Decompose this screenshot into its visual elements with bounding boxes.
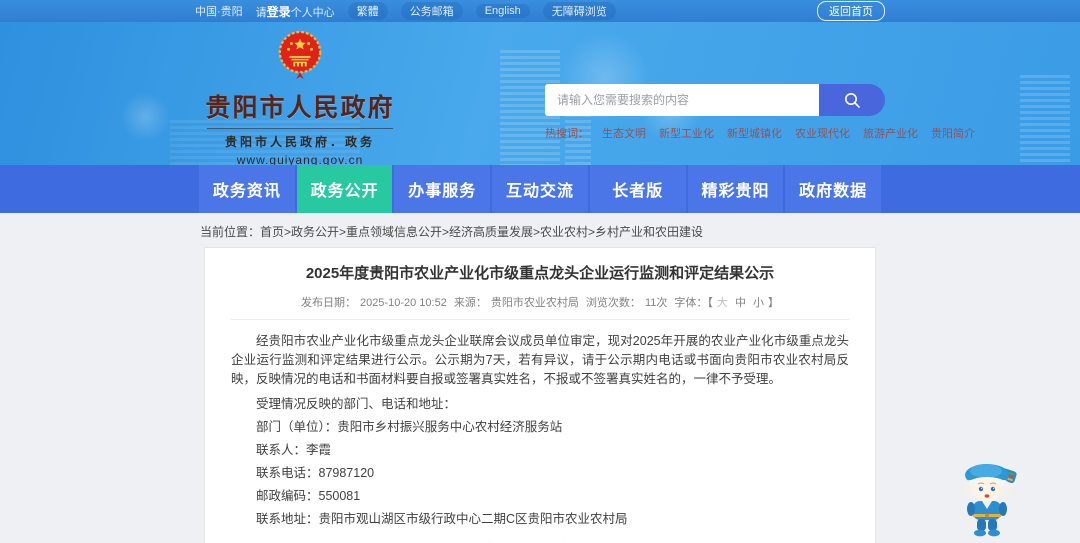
contact-phone-line: 联系电话：87987120: [256, 466, 375, 480]
views-label: 浏览次数：: [585, 297, 641, 309]
contact-person-line: 联系人：李霞: [256, 443, 332, 457]
contact-intro-line: 受理情况反映的部门、电话和地址：: [256, 397, 457, 411]
main-navigation: 政务资讯 政务公开 办事服务 互动交流 长者版 精彩贵阳 政府数据: [0, 165, 1080, 213]
official-mail-link[interactable]: 公务邮箱: [400, 2, 463, 20]
english-version-link[interactable]: English: [475, 4, 530, 18]
search-button[interactable]: [819, 84, 885, 116]
nav-tab-elderly-version[interactable]: 长者版: [589, 165, 686, 213]
article-panel: 2025年度贵阳市农业产业化市级重点龙头企业运行监测和评定结果公示 发布日期： 2…: [204, 247, 876, 543]
publish-date-label: 发布日期：: [300, 297, 356, 309]
search-icon: [845, 93, 860, 108]
login-personal-center-link[interactable]: 请登录个人中心: [256, 3, 335, 20]
nav-tab-government-news[interactable]: 政务资讯: [199, 165, 295, 213]
site-banner: 贵阳市人民政府 贵阳市人民政府．政务 www.guiyang.gov.cn 热搜…: [0, 22, 1080, 165]
nav-tab-government-disclosure[interactable]: 政务公开: [296, 165, 393, 213]
font-size-large-button[interactable]: 大: [717, 297, 728, 309]
hot-search-row: 热搜词： 生态文明 新型工业化 新型城镇化 农业现代化 旅游产业化 贵阳简介: [545, 125, 975, 141]
breadcrumb: 当前位置：首页>政务公开>重点领域信息公开>经济高质量发展>农业农村>乡村产业和…: [200, 223, 880, 240]
mascot-figure-icon: [964, 464, 1017, 537]
site-logo[interactable]: 贵阳市人民政府 贵阳市人民政府．政务 www.guiyang.gov.cn: [195, 30, 405, 165]
site-name: 贵阳市人民政府: [205, 94, 395, 122]
login-prefix: 请: [255, 6, 267, 19]
article-paragraph: 经贵阳市农业产业化市级重点龙头企业联席会议成员单位审定，现对2025年开展的农业…: [231, 334, 849, 386]
accessibility-link[interactable]: 无障碍浏览: [542, 2, 616, 20]
mascot-assistant-widget[interactable]: [960, 459, 1024, 539]
breadcrumb-path[interactable]: 首页>政务公开>重点领域信息公开>经济高质量发展>农业农村>乡村产业和农田建设: [260, 225, 703, 239]
results-table-caption: 农业产业化市级重点龙头企业运行监测结果: [231, 539, 849, 543]
nav-tab-guiyang-highlights[interactable]: 精彩贵阳: [687, 165, 784, 213]
hot-search-term-industrialization[interactable]: 新型工业化: [659, 125, 714, 141]
traditional-chinese-toggle[interactable]: 繁體: [347, 2, 388, 20]
site-subtitle: 贵阳市人民政府．政务: [207, 128, 393, 150]
source-value: 贵阳市农业农村局: [490, 297, 579, 309]
login-bold-text: 登录: [266, 4, 291, 19]
source-label: 来源：: [453, 297, 487, 309]
back-to-home-button[interactable]: 返回首页: [817, 1, 885, 21]
contact-postcode-line: 邮政编码：550081: [256, 489, 361, 503]
publish-date: 2025-10-20 10:52: [359, 297, 447, 309]
login-suffix: 个人中心: [290, 6, 335, 19]
nav-tab-interaction[interactable]: 互动交流: [492, 165, 588, 213]
hot-search-term-intro[interactable]: 贵阳简介: [931, 125, 975, 141]
link-china-guiyang[interactable]: 中国·贵阳: [195, 3, 243, 19]
hot-search-term-urbanization[interactable]: 新型城镇化: [727, 125, 782, 141]
cityscape-silhouette: [1020, 75, 1070, 165]
banner-bokeh-decoration: [120, 92, 170, 142]
top-utility-bar: 中国·贵阳 请登录个人中心 繁體 公务邮箱 English 无障碍浏览 返回首页: [0, 0, 1080, 22]
nav-tab-services[interactable]: 办事服务: [394, 165, 491, 213]
hot-search-label: 热搜词：: [545, 128, 589, 140]
font-size-medium-button[interactable]: 中: [735, 297, 746, 309]
top-utility-bar-inner: 中国·贵阳 请登录个人中心 繁體 公务邮箱 English 无障碍浏览 返回首页: [195, 0, 885, 22]
font-size-label: 字体：【: [674, 297, 713, 309]
search-input[interactable]: [545, 84, 819, 116]
breadcrumb-label: 当前位置：: [200, 225, 261, 239]
font-size-label-end: 】: [768, 297, 780, 309]
hot-search-term-tourism[interactable]: 旅游产业化: [863, 125, 918, 141]
contact-department-line: 部门（单位）：贵阳市乡村振兴服务中心农村经济服务站: [256, 420, 563, 434]
hot-search-term-ecology[interactable]: 生态文明: [602, 125, 646, 141]
article-meta: 发布日期： 2025-10-20 10:52 来源： 贵阳市农业农村局 浏览次数： 1…: [231, 294, 849, 320]
hot-search-term-agriculture[interactable]: 农业现代化: [795, 125, 850, 141]
contact-address-line: 联系地址：贵阳市观山湖区市级行政中心二期C区贵阳市农业农村局: [256, 512, 628, 526]
nav-tab-government-data[interactable]: 政府数据: [785, 165, 882, 213]
site-url: www.guiyang.gov.cn: [236, 153, 364, 165]
views-value: 11次: [644, 297, 668, 309]
national-emblem-icon: [278, 30, 322, 79]
font-size-small-button[interactable]: 小: [753, 297, 764, 309]
page-title: 2025年度贵阳市农业产业化市级重点龙头企业运行监测和评定结果公示: [305, 265, 775, 282]
search-area: 热搜词： 生态文明 新型工业化 新型城镇化 农业现代化 旅游产业化 贵阳简介: [545, 84, 975, 141]
